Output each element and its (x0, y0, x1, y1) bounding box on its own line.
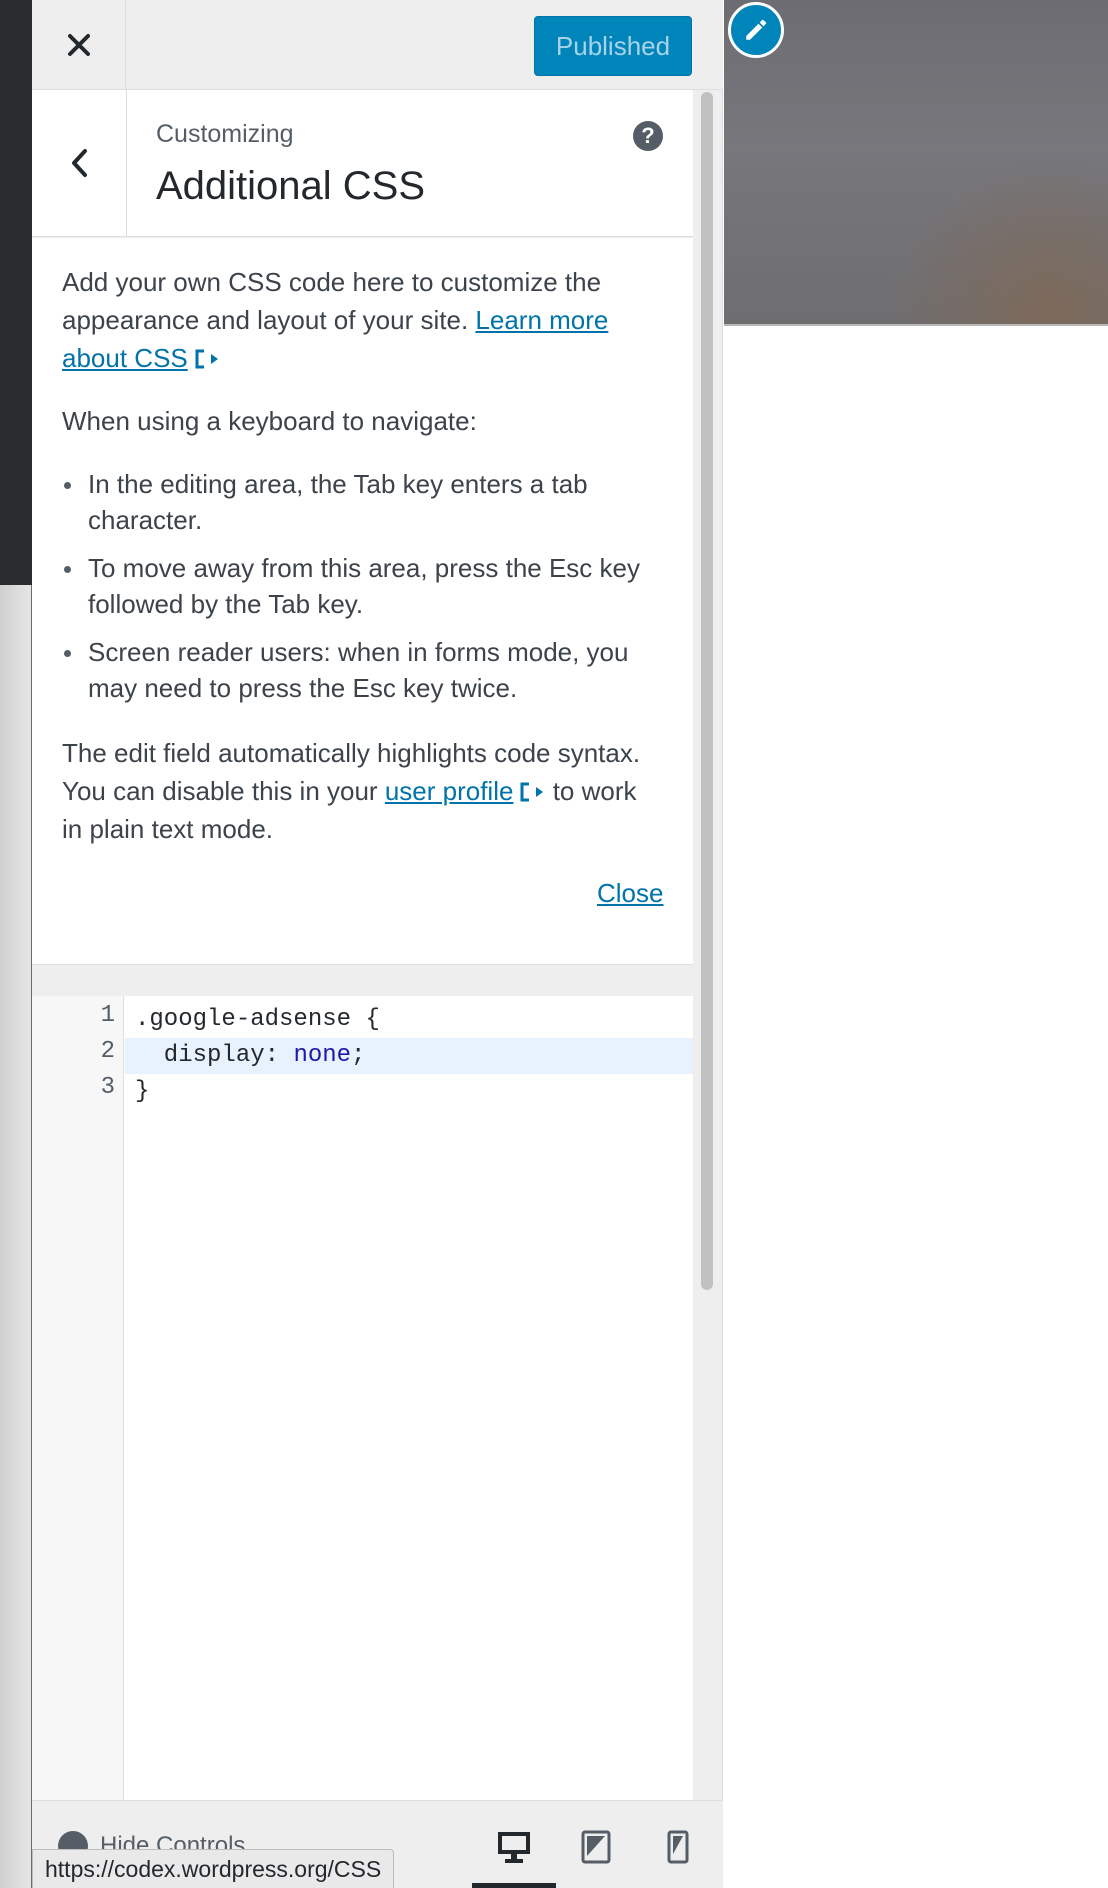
close-customizer-button[interactable] (32, 0, 126, 90)
code-line[interactable]: .google-adsense { (125, 1002, 693, 1038)
scrollbar-thumb[interactable] (701, 92, 713, 1290)
desktop-icon (498, 1832, 530, 1863)
left-strip-dark (0, 0, 32, 585)
keyboard-tips-list: In the editing area, the Tab key enters … (64, 466, 668, 718)
chevron-left-icon (72, 149, 87, 177)
section-title-panel: Customizing Additional CSS ? (32, 90, 693, 237)
help-button[interactable]: ? (633, 121, 663, 151)
css-description-panel: Add your own CSS code here to customize … (32, 238, 693, 965)
edit-shortcut-button[interactable] (728, 2, 784, 58)
customizer-sidebar: Published Customizing Additional CSS ? A… (32, 0, 723, 1888)
code-line[interactable]: } (125, 1074, 693, 1110)
help-icon: ? (641, 123, 655, 148)
customizer-header: Published (32, 0, 723, 90)
preview-mobile-button[interactable] (658, 1827, 698, 1867)
line-number: 2 (100, 1038, 115, 1065)
left-strip-light (0, 585, 32, 1888)
close-description-link[interactable]: Close (597, 874, 663, 912)
external-link-icon (195, 349, 218, 369)
published-button[interactable]: Published (534, 16, 692, 76)
breadcrumb-customizing: Customizing (156, 120, 294, 148)
intro-paragraph: Add your own CSS code here to customize … (62, 263, 662, 377)
list-item: In the editing area, the Tab key enters … (64, 466, 668, 538)
preview-desktop-button[interactable] (494, 1827, 534, 1867)
line-number-gutter: 1 2 3 (32, 996, 124, 1800)
syntax-paragraph: The edit field automatically highlights … (62, 734, 662, 848)
css-code-editor[interactable]: 1 2 3 .google-adsense { display: none; } (32, 996, 693, 1800)
back-button[interactable] (32, 90, 127, 236)
code-property: display: (135, 1042, 294, 1069)
list-item: To move away from this area, press the E… (64, 550, 668, 622)
code-line-active[interactable]: display: none; (125, 1038, 693, 1074)
line-number: 1 (100, 1002, 115, 1029)
preview-header-image (724, 0, 1108, 326)
page-title: Additional CSS (156, 164, 426, 208)
sidebar-scrollbar[interactable] (698, 92, 716, 1292)
left-background-strip (0, 0, 32, 1888)
mobile-icon (667, 1830, 689, 1864)
close-icon (67, 34, 90, 56)
pencil-icon (746, 19, 767, 40)
keyboard-heading: When using a keyboard to navigate: (62, 406, 477, 436)
user-profile-link[interactable]: user profile (385, 776, 514, 806)
line-number: 3 (100, 1074, 115, 1101)
list-item: Screen reader users: when in forms mode,… (64, 634, 668, 706)
code-semicolon: ; (351, 1042, 366, 1069)
external-link-icon (520, 782, 544, 802)
status-bar-url: https://codex.wordpress.org/CSS (32, 1849, 395, 1888)
tablet-icon (581, 1830, 611, 1864)
preview-tablet-button[interactable] (576, 1827, 616, 1867)
active-device-indicator (472, 1883, 556, 1888)
code-value: none (293, 1042, 352, 1069)
